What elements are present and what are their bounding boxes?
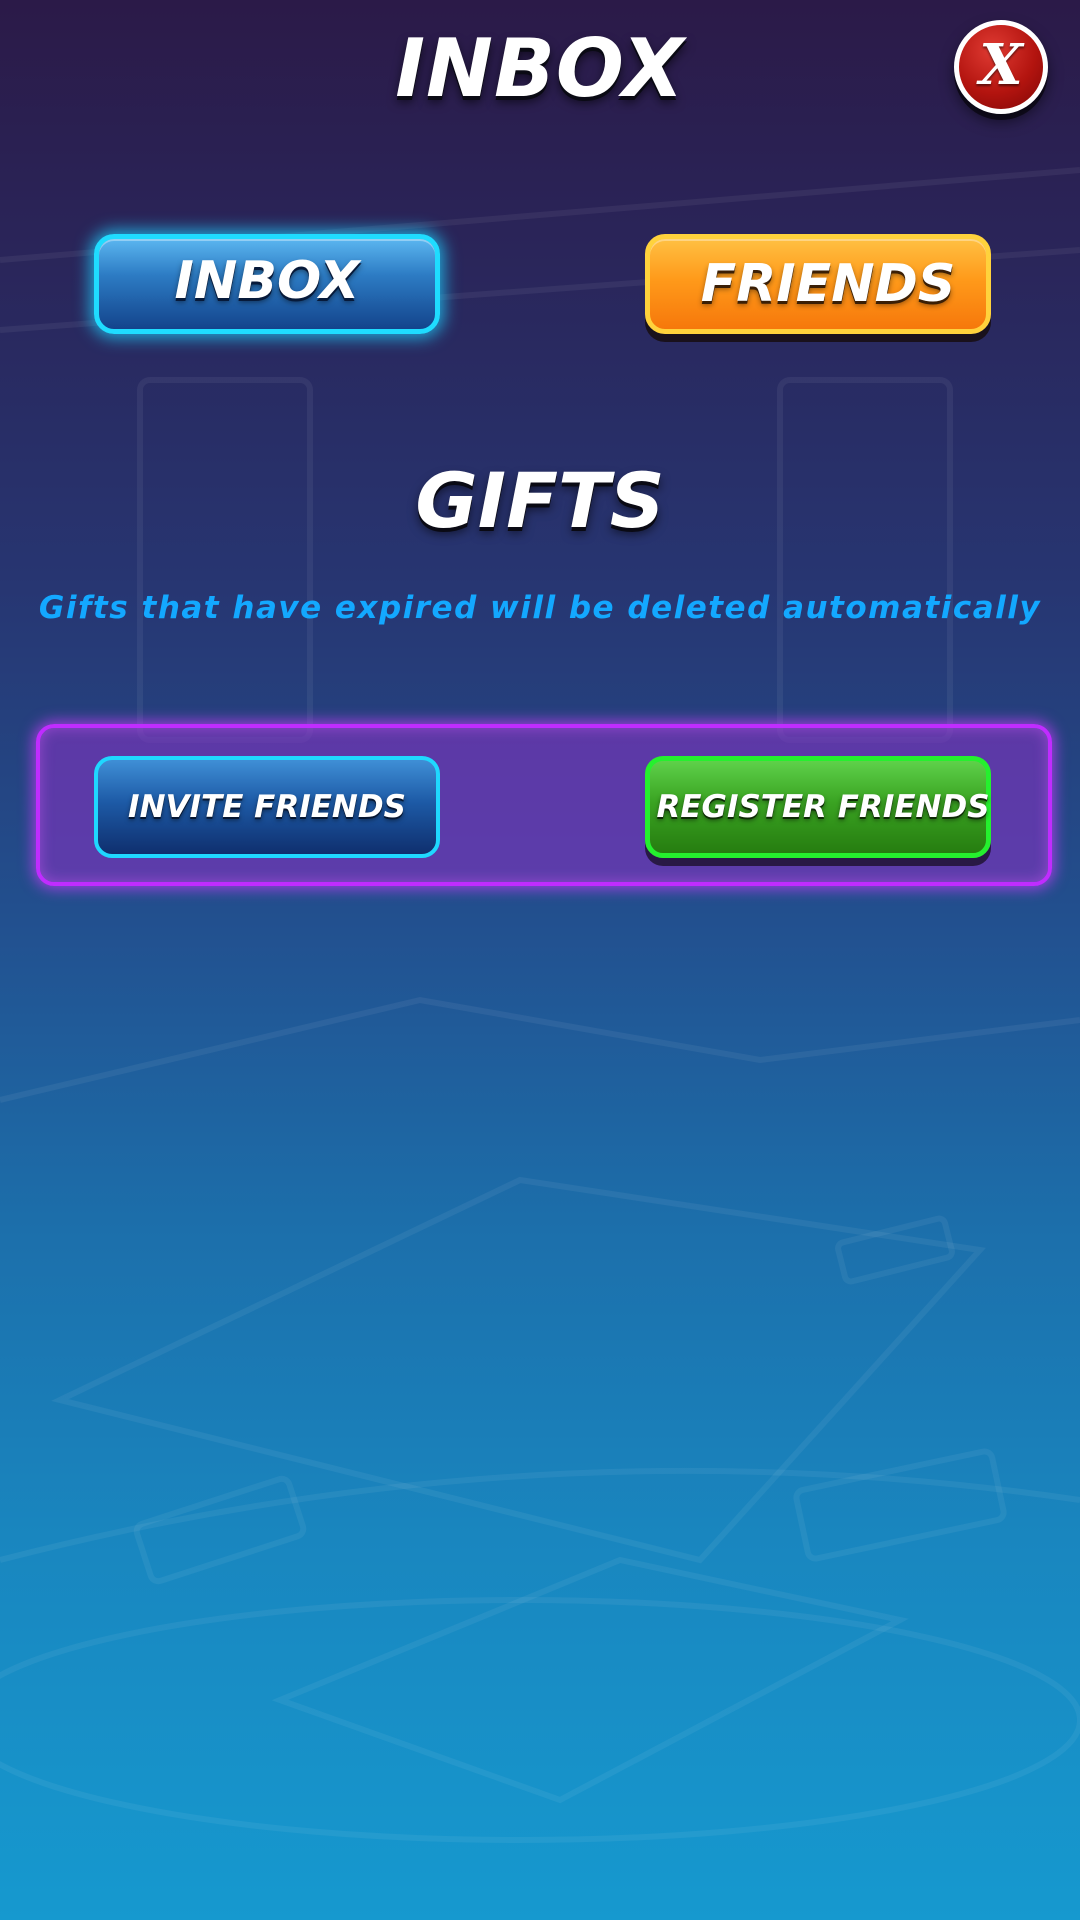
invite-friends-label: INVITE FRIENDS [128,789,406,825]
page-title: INBOX [395,22,685,115]
register-friends-label: REGISTER FRIENDS [656,789,990,825]
tab-inbox-label: INBOX [174,251,360,311]
invite-friends-button[interactable]: INVITE FRIENDS [94,756,440,858]
close-icon: X [979,32,1023,98]
close-button[interactable]: X [954,20,1048,114]
expiry-notice: Gifts that have expired will be deleted … [38,590,1042,626]
gifts-title: GIFTS [415,456,665,545]
tab-inbox[interactable]: INBOX [94,234,440,334]
tab-friends-label: FRIENDS [700,254,956,314]
register-friends-button[interactable]: REGISTER FRIENDS [645,756,991,858]
tab-friends[interactable]: FRIENDS [645,234,991,334]
